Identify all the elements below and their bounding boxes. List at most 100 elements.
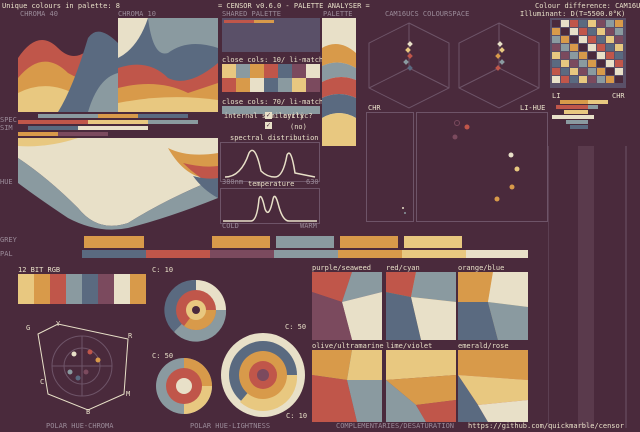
chroma-scatter-panel [366, 112, 414, 222]
palette-matrix-cell [561, 60, 569, 67]
complementary-red-cyan [386, 272, 456, 340]
close-cols-swatches-1 [222, 64, 320, 94]
hue-valley-plot [18, 138, 218, 234]
grey-label: GREY [0, 236, 17, 244]
palette-matrix-cell [570, 20, 578, 27]
palette-matrix-cell [597, 36, 605, 43]
palette-matrix-cell [615, 52, 623, 59]
li-label: LI [552, 92, 561, 100]
palette-matrix-cell [615, 36, 623, 43]
hue-lightness-ring-2 [154, 356, 214, 416]
palette-matrix-cell [561, 20, 569, 27]
unique-colours-count: Unique colours in palette: 8 [2, 2, 121, 10]
palette-matrix-cell [597, 68, 605, 75]
axis-g-label: G [26, 324, 31, 332]
close-cols-10: close cols: 10/ li-match [222, 56, 324, 64]
nm-low-label: 380nm [222, 178, 244, 186]
palette-matrix-cell [615, 44, 623, 51]
spec-label: SPEC [0, 116, 17, 124]
cold-label: COLD [222, 222, 239, 230]
hue-lightness-ring-3 [220, 332, 306, 418]
polar-hue-chroma-plot [18, 314, 146, 414]
palette-matrix-cell [588, 68, 596, 75]
orange-blue-label: orange/blue [458, 264, 505, 272]
palette-matrix-cell [597, 44, 605, 51]
palette-matrix-cell [552, 68, 560, 75]
palette-matrix-cell [606, 52, 614, 59]
spectral-distribution-plot [220, 142, 320, 182]
palette-stats-label: PALETTE [323, 10, 353, 18]
cyclic-checkbox[interactable]: ✓ [265, 122, 272, 129]
cyclic-no-label: (no) [290, 123, 307, 131]
palette-matrix-cell [579, 28, 587, 35]
axis-c-label: C [40, 378, 45, 386]
lightness-chroma-bars [550, 100, 626, 144]
palette-matrix-cell [570, 36, 578, 43]
li-hue-label: LI-HUE [520, 104, 546, 112]
12-bit-rgb-strip [18, 274, 146, 304]
palette-matrix-cell [597, 52, 605, 59]
emerald-rose-label: emerald/rose [458, 342, 509, 350]
palette-matrix-cell [588, 60, 596, 67]
hue-label: HUE [0, 178, 13, 186]
palette-matrix-cell [552, 36, 560, 43]
12-bit-rgb-label: 12 BIT RGB [18, 266, 61, 274]
palette-matrix-cell [579, 44, 587, 51]
palette-matrix-cell [561, 52, 569, 59]
internal-similarity-checkbox[interactable]: ✓ [265, 112, 272, 119]
right-ruler [548, 146, 628, 428]
palette-matrix-cell [579, 60, 587, 67]
palette-matrix-cell [588, 76, 596, 83]
app-title: = CENSOR v0.6.0 - PALETTE ANALYSER = [218, 2, 370, 10]
palette-matrix-cell [588, 36, 596, 43]
red-cyan-label: red/cyan [386, 264, 420, 272]
palette-matrix-cell [597, 76, 605, 83]
hue-lightness-ring-1 [164, 278, 228, 342]
palette-matrix-cell [597, 28, 605, 35]
shared-palette-grid [222, 18, 320, 52]
palette-matrix-cell [615, 68, 623, 75]
spectrum-bars [18, 114, 218, 136]
palette-matrix-cell [570, 76, 578, 83]
chroma-plot-right [118, 18, 218, 112]
github-link[interactable]: https://github.com/quickmarble/censor [468, 422, 624, 430]
olive-ultramarine-label: olive/ultramarine [312, 342, 384, 350]
palette-matrix-cell [552, 60, 560, 67]
c10-bottom-label: C: 10 [286, 412, 308, 420]
warm-label: WARM [300, 222, 317, 230]
palette-matrix-cell [606, 36, 614, 43]
complementaries-label: COMPLEMENTARIES/DESATURATION [336, 422, 455, 430]
palette-matrix-cell [579, 76, 587, 83]
sim-label: SIM [0, 124, 13, 132]
complementary-orange-blue [458, 272, 528, 340]
complementary-lime-violet [386, 350, 456, 422]
cam16-colourspace-label: CAM16UCS COLOURSPACE [385, 10, 470, 18]
axis-b-label: B [86, 408, 91, 416]
palette-matrix-cell [552, 52, 560, 59]
palette-matrix-cell [561, 68, 569, 75]
palette-strip [18, 250, 528, 258]
cyclic-label: cyclic? [283, 112, 313, 120]
grey-ramp [84, 236, 470, 248]
palette-vertical-sample [322, 18, 356, 146]
colour-difference-label: Colour difference: CAM16UCS [535, 2, 640, 10]
palette-matrix-cell [570, 28, 578, 35]
palette-matrix-cell [552, 76, 560, 83]
palette-matrix-cell [552, 20, 560, 27]
chroma-10-label: CHROMA 10 [118, 10, 156, 18]
polar-hue-lightness-label: POLAR HUE-LIGHTNESS [190, 422, 271, 430]
close-cols-70: close cols: 70/ li-match [222, 98, 324, 106]
chr2-label: CHR [612, 92, 625, 100]
polar-hue-chroma-label: POLAR HUE-CHROMA [46, 422, 114, 430]
c10-top-label: C: 10 [152, 266, 174, 274]
axis-m-label: M [126, 390, 131, 398]
palette-matrix-cell [579, 20, 587, 27]
palette-matrix-cell [606, 28, 614, 35]
temperature-label: temperature [248, 180, 295, 188]
shared-palette-label: SHARED PALETTE [222, 10, 282, 18]
complementary-emerald-rose [458, 350, 528, 422]
palette-matrix-cell [579, 36, 587, 43]
palette-matrix-cell [606, 60, 614, 67]
palette-matrix [550, 18, 626, 88]
palette-matrix-cell [561, 36, 569, 43]
